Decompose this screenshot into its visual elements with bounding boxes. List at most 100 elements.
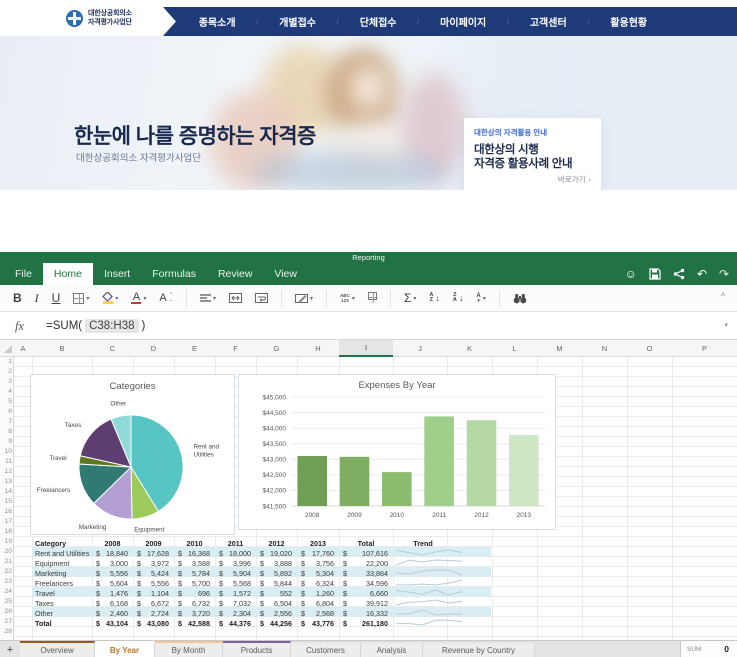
select-all-corner[interactable] bbox=[4, 345, 12, 353]
bar-2008[interactable] bbox=[297, 456, 327, 506]
save-icon[interactable] bbox=[649, 268, 661, 280]
table-cell-value[interactable]: 1,476 bbox=[110, 589, 128, 598]
table-cell-value[interactable]: 1,104 bbox=[151, 589, 169, 598]
table-cell-value[interactable]: 6,324 bbox=[316, 579, 334, 588]
table-cell-total[interactable]: 34,596 bbox=[366, 579, 388, 588]
row-header-24[interactable]: 24 bbox=[0, 588, 12, 595]
redo-icon[interactable]: ↷ bbox=[719, 268, 729, 280]
row-header-28[interactable]: 28 bbox=[0, 628, 12, 635]
table-cell-value[interactable]: 5,304 bbox=[316, 569, 334, 578]
column-header-P[interactable]: P bbox=[672, 340, 737, 357]
menu-tab-view[interactable]: View bbox=[263, 263, 308, 285]
table-cell-value[interactable]: 6,168 bbox=[110, 599, 128, 608]
table-cell-value[interactable]: 3,996 bbox=[233, 559, 251, 568]
table-cell-category[interactable]: Travel bbox=[35, 589, 55, 598]
menu-tab-review[interactable]: Review bbox=[207, 263, 263, 285]
pie-chart[interactable]: Categories Rent andUtilitiesEquipmentMar… bbox=[30, 374, 235, 535]
table-cell-category[interactable]: Other bbox=[35, 609, 53, 618]
row-header-8[interactable]: 8 bbox=[0, 428, 12, 435]
sort-descending-button[interactable]: ZA ↓ bbox=[453, 293, 463, 304]
sheet-tab-analysis[interactable]: Analysis bbox=[361, 641, 423, 657]
table-cell-value[interactable]: 43,080 bbox=[147, 619, 169, 628]
row-header-13[interactable]: 13 bbox=[0, 478, 12, 485]
column-header-K[interactable]: K bbox=[447, 340, 492, 357]
nav-item-3[interactable]: 단체접수 bbox=[360, 14, 397, 29]
table-cell-value[interactable]: 44,256 bbox=[270, 619, 292, 628]
row-header-20[interactable]: 20 bbox=[0, 548, 12, 555]
column-header-M[interactable]: M bbox=[537, 340, 582, 357]
insert-cells-button[interactable]: ⌄ bbox=[368, 292, 377, 305]
borders-button[interactable]: ▾ bbox=[73, 293, 89, 304]
table-cell-value[interactable]: 5,904 bbox=[233, 569, 251, 578]
sheet-tab-customers[interactable]: Customers bbox=[291, 641, 361, 657]
sheet-tab-by-month[interactable]: By Month bbox=[155, 641, 223, 657]
table-cell-value[interactable]: 5,892 bbox=[274, 569, 292, 578]
row-header-25[interactable]: 25 bbox=[0, 598, 12, 605]
menu-tab-file[interactable]: File bbox=[4, 263, 43, 285]
row-header-27[interactable]: 27 bbox=[0, 618, 12, 625]
table-cell-value[interactable]: 16,368 bbox=[188, 549, 210, 558]
ink-comment-button[interactable]: ▾ bbox=[295, 293, 313, 304]
row-header-17[interactable]: 17 bbox=[0, 518, 12, 525]
collapse-ribbon-button[interactable]: ^ bbox=[721, 291, 725, 301]
row-header-3[interactable]: 3 bbox=[0, 378, 12, 385]
column-header-F[interactable]: F bbox=[215, 340, 256, 357]
row-header-7[interactable]: 7 bbox=[0, 418, 12, 425]
row-header-6[interactable]: 6 bbox=[0, 408, 12, 415]
table-cell-value[interactable]: 42,588 bbox=[188, 619, 210, 628]
table-cell-total[interactable]: 261,180 bbox=[362, 619, 388, 628]
table-cell-value[interactable]: 3,972 bbox=[151, 559, 169, 568]
table-cell-total[interactable]: 39,912 bbox=[366, 599, 388, 608]
table-cell-value[interactable]: 17,628 bbox=[147, 549, 169, 558]
table-cell-value[interactable]: 7,032 bbox=[233, 599, 251, 608]
row-header-23[interactable]: 23 bbox=[0, 578, 12, 585]
column-header-J[interactable]: J bbox=[393, 340, 447, 357]
nav-item-4[interactable]: 마이페이지 bbox=[440, 14, 486, 29]
column-header-G[interactable]: G bbox=[256, 340, 297, 357]
wrap-text-button[interactable] bbox=[255, 293, 268, 303]
table-cell-value[interactable]: 43,104 bbox=[106, 619, 128, 628]
column-header-L[interactable]: L bbox=[492, 340, 537, 357]
undo-icon[interactable]: ↶ bbox=[697, 268, 707, 280]
column-header-O[interactable]: O bbox=[627, 340, 672, 357]
formula-input[interactable]: =SUM( C38:H38 ) bbox=[46, 312, 145, 340]
row-header-14[interactable]: 14 bbox=[0, 488, 12, 495]
table-cell-value[interactable]: 3,756 bbox=[316, 559, 334, 568]
table-cell-value[interactable]: 6,504 bbox=[274, 599, 292, 608]
row-header-10[interactable]: 10 bbox=[0, 448, 12, 455]
bar-2013[interactable] bbox=[509, 435, 539, 506]
table-cell-total[interactable]: 22,200 bbox=[366, 559, 388, 568]
site-logo[interactable]: 대한상공회의소 자격평가사업단 bbox=[66, 9, 132, 27]
merge-cells-button[interactable] bbox=[229, 293, 242, 303]
sort-ascending-button[interactable]: AZ ↓ bbox=[429, 293, 439, 304]
table-cell-value[interactable]: 43,776 bbox=[312, 619, 334, 628]
row-header-18[interactable]: 18 bbox=[0, 528, 12, 535]
column-header-H[interactable]: H bbox=[297, 340, 339, 357]
align-button[interactable]: ▾ bbox=[200, 294, 216, 303]
table-cell-value[interactable]: 5,604 bbox=[110, 579, 128, 588]
table-cell-value[interactable]: 2,460 bbox=[110, 609, 128, 618]
font-size-button[interactable]: A ⌃⌄ bbox=[159, 292, 173, 304]
table-cell-value[interactable]: 6,804 bbox=[316, 599, 334, 608]
table-cell-value[interactable]: 3,888 bbox=[274, 559, 292, 568]
table-cell-value[interactable]: 2,304 bbox=[233, 609, 251, 618]
table-cell-total[interactable]: 16,332 bbox=[366, 609, 388, 618]
autosum-button[interactable]: Σ▾ bbox=[404, 291, 416, 305]
row-header-15[interactable]: 15 bbox=[0, 498, 12, 505]
column-header-C[interactable]: C bbox=[92, 340, 133, 357]
table-cell-value[interactable]: 5,556 bbox=[110, 569, 128, 578]
font-color-button[interactable]: A ▾ bbox=[131, 292, 146, 305]
table-cell-value[interactable]: 5,568 bbox=[233, 579, 251, 588]
row-header-11[interactable]: 11 bbox=[0, 458, 12, 465]
table-cell-category[interactable]: Marketing bbox=[35, 569, 67, 578]
spreadsheet-grid[interactable]: 1234567891011121314151617181920212223242… bbox=[0, 357, 737, 640]
menu-tab-home[interactable]: Home bbox=[43, 263, 93, 285]
row-header-5[interactable]: 5 bbox=[0, 398, 12, 405]
table-cell-value[interactable]: 5,784 bbox=[192, 569, 210, 578]
feedback-smiley-icon[interactable]: ☺ bbox=[625, 268, 637, 280]
row-header-9[interactable]: 9 bbox=[0, 438, 12, 445]
row-header-21[interactable]: 21 bbox=[0, 558, 12, 565]
hero-banner[interactable]: 한눈에 나를 증명하는 자격증 대한상공회의소 자격평가사업단 대한상의 자격활… bbox=[0, 36, 737, 190]
table-cell-value[interactable]: 1,260 bbox=[316, 589, 334, 598]
table-cell-value[interactable]: 2,568 bbox=[316, 609, 334, 618]
